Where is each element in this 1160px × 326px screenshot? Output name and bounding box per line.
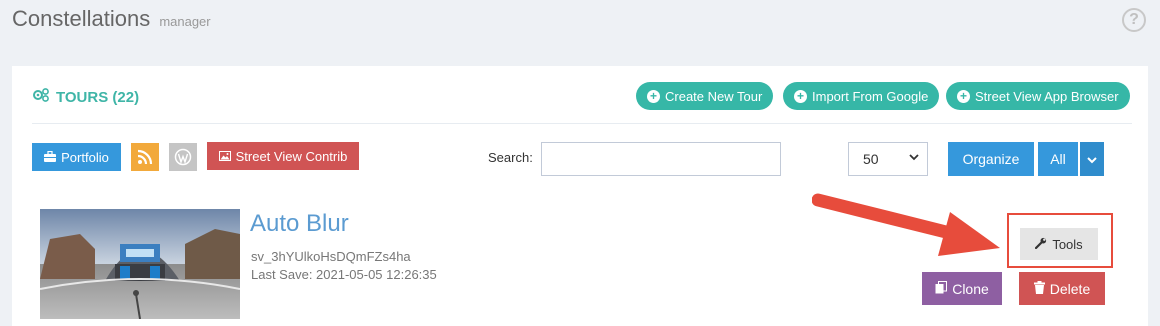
wordpress-icon[interactable] bbox=[169, 143, 197, 171]
search-label: Search: bbox=[488, 150, 533, 165]
delete-label: Delete bbox=[1049, 280, 1091, 297]
chevron-down-icon bbox=[1087, 152, 1097, 167]
tools-label: Tools bbox=[1052, 236, 1083, 252]
app-title-text: Constellations bbox=[12, 6, 151, 31]
filter-all-button[interactable]: All bbox=[1038, 142, 1078, 176]
chevron-down-icon bbox=[909, 152, 919, 164]
portfolio-label: Portfolio bbox=[61, 149, 109, 165]
annotation-arrow bbox=[811, 184, 1012, 264]
tools-button[interactable]: Tools bbox=[1020, 228, 1098, 260]
organize-label: Organize bbox=[962, 151, 1020, 167]
plus-circle-icon: + bbox=[794, 89, 807, 103]
plus-circle-icon: + bbox=[957, 89, 970, 103]
image-icon bbox=[218, 149, 231, 164]
briefcase-icon bbox=[44, 150, 57, 165]
clone-button[interactable]: Clone bbox=[922, 272, 1002, 305]
portfolio-button[interactable]: Portfolio bbox=[32, 143, 121, 171]
tour-title-link[interactable]: Auto Blur bbox=[250, 210, 349, 238]
header-divider bbox=[32, 123, 1132, 124]
copy-icon bbox=[935, 280, 948, 297]
filter-dropdown-toggle[interactable] bbox=[1080, 142, 1104, 176]
search-input[interactable] bbox=[541, 142, 781, 176]
wrench-icon bbox=[1035, 237, 1047, 252]
help-icon[interactable]: ? bbox=[1122, 8, 1146, 32]
page-size-value: 50 bbox=[863, 151, 879, 167]
tours-panel: TOURS (22) + Create New Tour + Import Fr… bbox=[12, 66, 1148, 326]
page-size-select[interactable]: 50 bbox=[848, 142, 928, 176]
tour-last-save: Last Save: 2021-05-05 12:26:35 bbox=[251, 267, 437, 282]
trash-icon bbox=[1033, 280, 1045, 297]
create-new-tour-label: Create New Tour bbox=[665, 88, 763, 104]
top-bar: Constellations manager ? bbox=[0, 0, 1160, 48]
app-title: Constellations manager bbox=[12, 6, 211, 32]
import-from-google-label: Import From Google bbox=[812, 88, 929, 104]
filter-all-label: All bbox=[1050, 151, 1066, 167]
organize-button[interactable]: Organize bbox=[948, 142, 1034, 176]
street-view-contrib-label: Street View Contrib bbox=[235, 148, 348, 164]
street-view-app-browser-button[interactable]: + Street View App Browser bbox=[946, 82, 1130, 110]
import-from-google-button[interactable]: + Import From Google bbox=[783, 82, 940, 110]
tour-thumbnail[interactable] bbox=[40, 209, 240, 319]
app-subtitle: manager bbox=[159, 14, 211, 29]
rss-icon[interactable] bbox=[131, 143, 159, 171]
tours-caption: TOURS (22) bbox=[32, 87, 139, 107]
tours-count-label: TOURS (22) bbox=[56, 88, 140, 106]
cogs-icon bbox=[32, 87, 50, 107]
tour-id: sv_3hYUlkoHsDQmFZs4ha bbox=[251, 249, 411, 264]
delete-button[interactable]: Delete bbox=[1019, 272, 1105, 305]
create-new-tour-button[interactable]: + Create New Tour bbox=[636, 82, 774, 110]
clone-label: Clone bbox=[952, 280, 989, 297]
street-view-contrib-button[interactable]: Street View Contrib bbox=[207, 142, 359, 170]
street-view-app-browser-label: Street View App Browser bbox=[975, 88, 1119, 104]
plus-circle-icon: + bbox=[647, 89, 660, 103]
